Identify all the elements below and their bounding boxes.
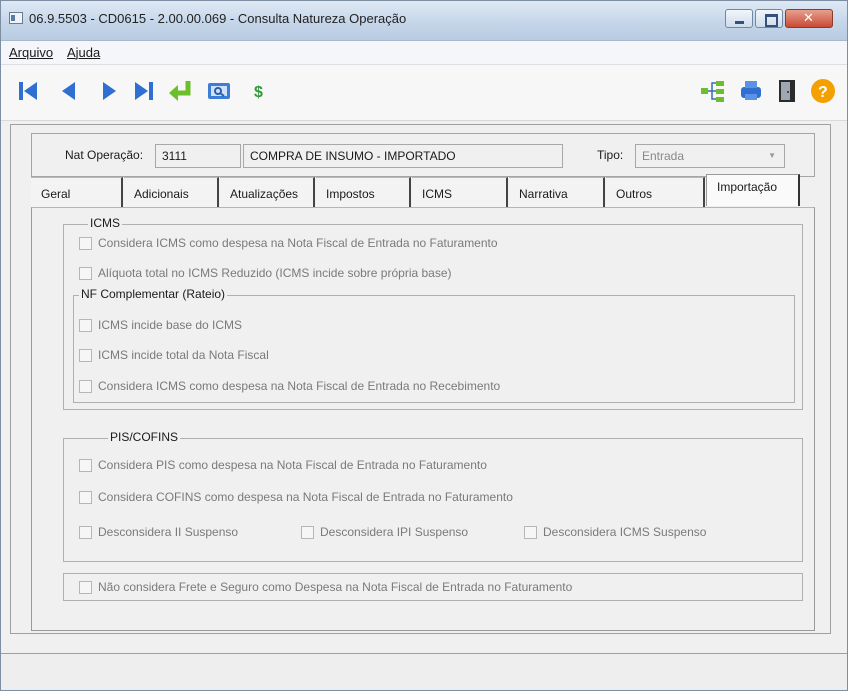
tab-narrativa[interactable]: Narrativa (509, 177, 605, 207)
checkbox-label: Considera ICMS como despesa na Nota Fisc… (98, 236, 498, 250)
tab-importacao[interactable]: Importação (706, 174, 800, 206)
tab-adicionais[interactable]: Adicionais (124, 177, 219, 207)
frete-group: Não considera Frete e Seguro como Despes… (63, 573, 803, 601)
last-record-icon[interactable] (130, 77, 158, 105)
toolbar: $ ? (1, 65, 847, 121)
first-record-icon[interactable] (15, 77, 43, 105)
tab-atualizacoes[interactable]: Atualizações (220, 177, 315, 207)
exit-door-icon[interactable] (773, 77, 801, 105)
search-icon[interactable] (205, 77, 233, 105)
desconsidera-ii-row[interactable]: Desconsidera II Suspenso (79, 525, 238, 539)
svg-text:?: ? (818, 84, 828, 101)
checkbox-label: ICMS incide total da Nota Fiscal (98, 348, 269, 362)
checkbox-label: Desconsidera II Suspenso (98, 525, 239, 539)
checkbox[interactable] (524, 525, 537, 539)
nat-operacao-label: Nat Operação: (65, 148, 144, 162)
svg-text:$: $ (254, 84, 263, 101)
print-icon[interactable] (737, 77, 765, 105)
menu-bar: Arquivo Ajuda (1, 41, 847, 65)
nf-option-row[interactable]: ICMS incide total da Nota Fiscal (79, 348, 269, 362)
nf-option-row[interactable]: ICMS incide base do ICMS (79, 318, 242, 332)
tab-outros[interactable]: Outros (606, 177, 705, 207)
tab-content-importacao: ICMS Considera ICMS como despesa na Nota… (31, 207, 815, 631)
header-box: Nat Operação: 3111 COMPRA DE INSUMO - IM… (31, 133, 815, 177)
checkbox[interactable] (79, 266, 92, 280)
checkbox-label: ICMS incide base do ICMS (98, 318, 243, 332)
checkbox-label: Considera ICMS como despesa na Nota Fisc… (98, 379, 501, 393)
checkbox-label: Não considera Frete e Seguro como Despes… (98, 580, 573, 594)
main-panel: Nat Operação: 3111 COMPRA DE INSUMO - IM… (10, 124, 831, 634)
desconsidera-icms-row[interactable]: Desconsidera ICMS Suspenso (524, 525, 706, 539)
nf-complementar-legend: NF Complementar (Rateio) (79, 287, 228, 301)
status-bar (1, 653, 847, 690)
checkbox[interactable] (301, 525, 314, 539)
app-icon (9, 12, 23, 24)
dollar-icon[interactable]: $ (245, 77, 273, 105)
menu-arquivo[interactable]: Arquivo (9, 45, 53, 60)
checkbox[interactable] (79, 236, 92, 250)
nat-operacao-description-field[interactable]: COMPRA DE INSUMO - IMPORTADO (243, 144, 563, 168)
checkbox[interactable] (79, 318, 92, 332)
tab-impostos[interactable]: Impostos (316, 177, 411, 207)
pis-option-row[interactable]: Considera PIS como despesa na Nota Fisca… (79, 458, 487, 472)
checkbox-label: Considera COFINS como despesa na Nota Fi… (98, 490, 513, 504)
maximize-button[interactable] (755, 9, 783, 28)
pis-option-row[interactable]: Considera COFINS como despesa na Nota Fi… (79, 490, 513, 504)
tab-strip: Geral Adicionais Atualizações Impostos I… (31, 174, 815, 207)
icms-group-legend: ICMS (88, 216, 122, 230)
next-record-icon[interactable] (95, 77, 123, 105)
checkbox-label: Considera PIS como despesa na Nota Fisca… (98, 458, 487, 472)
tree-icon[interactable] (699, 77, 727, 105)
icms-group: ICMS Considera ICMS como despesa na Nota… (63, 216, 803, 410)
chevron-down-icon: ▼ (768, 151, 776, 160)
application-window: 06.9.5503 - CD0615 - 2.00.00.069 - Consu… (0, 0, 848, 691)
nat-operacao-code-field[interactable]: 3111 (155, 144, 241, 168)
tipo-select[interactable]: Entrada ▼ (635, 144, 785, 168)
checkbox[interactable] (79, 525, 92, 539)
tab-geral[interactable]: Geral (31, 177, 123, 207)
icms-option-row[interactable]: Alíquota total no ICMS Reduzido (ICMS in… (79, 266, 452, 280)
pis-cofins-group: PIS/COFINS Considera PIS como despesa na… (63, 430, 803, 562)
pis-cofins-legend: PIS/COFINS (108, 430, 181, 444)
tipo-selected-value: Entrada (642, 149, 685, 163)
close-button[interactable] (785, 9, 833, 28)
menu-ajuda[interactable]: Ajuda (67, 45, 100, 60)
tab-icms[interactable]: ICMS (412, 177, 508, 207)
checkbox[interactable] (79, 490, 92, 504)
checkbox[interactable] (79, 348, 92, 362)
checkbox-label: Alíquota total no ICMS Reduzido (ICMS in… (98, 266, 452, 280)
previous-record-icon[interactable] (55, 77, 83, 105)
frete-option-row[interactable]: Não considera Frete e Seguro como Despes… (79, 580, 572, 594)
help-icon[interactable]: ? (809, 77, 837, 105)
icms-option-row[interactable]: Considera ICMS como despesa na Nota Fisc… (79, 236, 498, 250)
minimize-button[interactable] (725, 9, 753, 28)
nf-option-row[interactable]: Considera ICMS como despesa na Nota Fisc… (79, 379, 500, 393)
checkbox-label: Desconsidera ICMS Suspenso (543, 525, 707, 539)
checkbox-label: Desconsidera IPI Suspenso (320, 525, 469, 539)
goto-record-icon[interactable] (166, 77, 194, 105)
checkbox[interactable] (79, 458, 92, 472)
checkbox[interactable] (79, 379, 92, 393)
tipo-label: Tipo: (597, 148, 624, 162)
nf-complementar-group: NF Complementar (Rateio) ICMS incide bas… (73, 287, 795, 403)
checkbox[interactable] (79, 580, 92, 594)
window-title: 06.9.5503 - CD0615 - 2.00.00.069 - Consu… (29, 11, 407, 26)
desconsidera-ipi-row[interactable]: Desconsidera IPI Suspenso (301, 525, 468, 539)
title-bar: 06.9.5503 - CD0615 - 2.00.00.069 - Consu… (1, 1, 847, 41)
